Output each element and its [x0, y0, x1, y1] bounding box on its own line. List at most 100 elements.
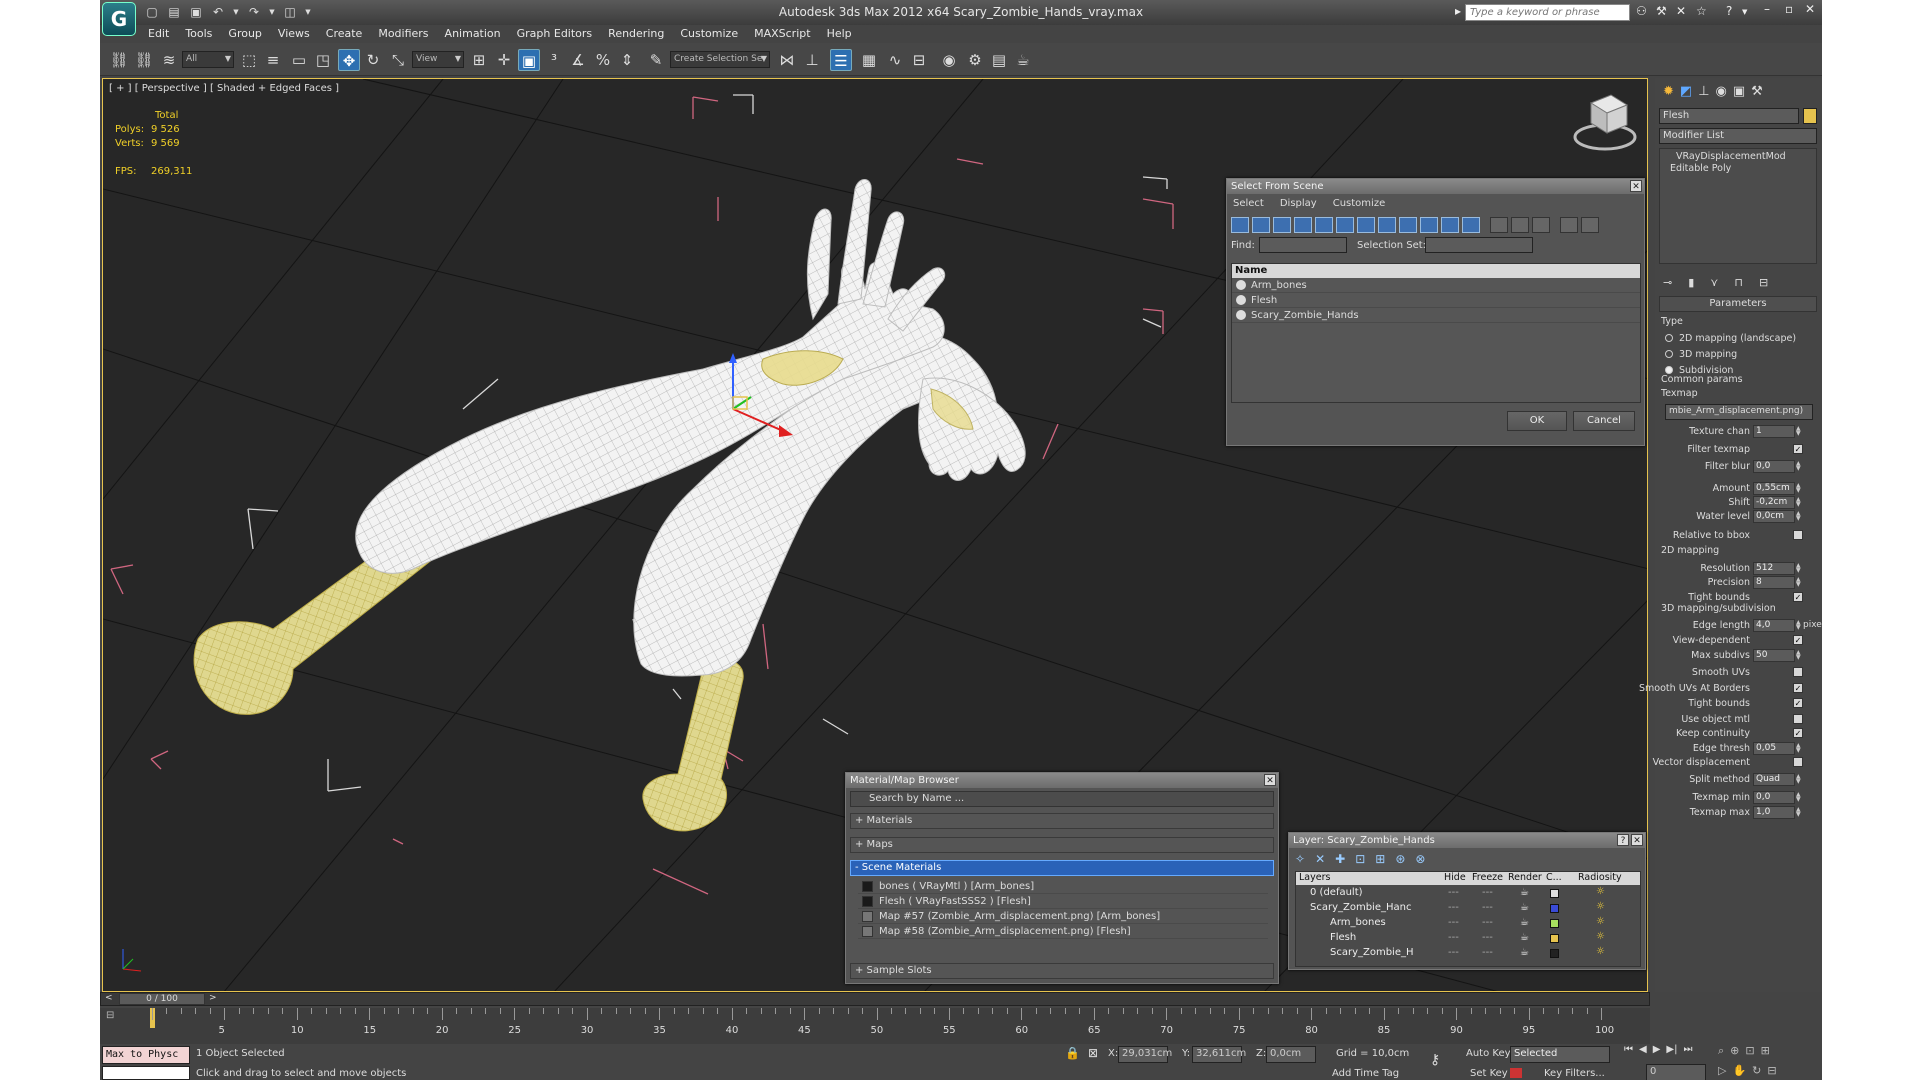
sfs-menu-select[interactable]: Select: [1233, 198, 1264, 209]
hide-toggle[interactable]: ---: [1448, 902, 1459, 913]
set-key-icon[interactable]: ⚷: [1430, 1052, 1440, 1068]
layer-color-swatch[interactable]: [1550, 919, 1559, 928]
param-field[interactable]: 1,0: [1753, 806, 1795, 819]
help-icon[interactable]: ?: [1617, 834, 1629, 846]
find-input[interactable]: [1259, 237, 1347, 253]
dialog-title-bar[interactable]: Layer: Scary_Zombie_Hands ? ✕: [1289, 833, 1645, 848]
zoom-all-icon[interactable]: ⊕: [1730, 1044, 1739, 1058]
display-xrefs-icon[interactable]: [1378, 217, 1396, 233]
spinner-icon[interactable]: ▲ ▼: [1796, 426, 1801, 437]
sfs-menu-customize[interactable]: Customize: [1333, 198, 1386, 209]
checkbox[interactable]: ✓: [1793, 698, 1803, 708]
spinner-snap-icon[interactable]: ⇕: [616, 49, 638, 71]
menu-rendering[interactable]: Rendering: [600, 25, 672, 43]
col-layers[interactable]: Layers: [1299, 872, 1330, 883]
edit-named-selection-icon[interactable]: ✎: [645, 49, 667, 71]
checkbox[interactable]: ✓: [1793, 444, 1803, 454]
radiosity-icon[interactable]: ☼: [1596, 916, 1605, 927]
object-list-item[interactable]: Scary_Zombie_Hands: [1232, 308, 1640, 323]
viewport-label[interactable]: [ + ] [ Perspective ] [ Shaded + Edged F…: [109, 83, 339, 94]
col-render[interactable]: Render: [1508, 872, 1542, 883]
link-icon[interactable]: ⛓: [108, 49, 130, 71]
add-to-layer-icon[interactable]: ✚: [1335, 852, 1345, 866]
next-key-icon[interactable]: ▶|: [1666, 1044, 1677, 1055]
layer-name[interactable]: Scary_Zombie_Hanc: [1310, 902, 1411, 913]
checkbox[interactable]: ✓: [1793, 635, 1803, 645]
checkbox[interactable]: ✓: [1793, 728, 1803, 738]
search-by-name-input[interactable]: Search by Name ...: [850, 791, 1274, 807]
menu-animation[interactable]: Animation: [437, 25, 509, 43]
unlink-icon[interactable]: ⛓: [133, 49, 155, 71]
sample-slots-group[interactable]: + Sample Slots: [850, 963, 1274, 979]
menu-tools[interactable]: Tools: [177, 25, 220, 43]
menu-views[interactable]: Views: [270, 25, 318, 43]
render-production-icon[interactable]: ☕: [1012, 49, 1034, 71]
curve-editor-icon[interactable]: ∿: [884, 49, 906, 71]
col-freeze[interactable]: Freeze: [1472, 872, 1503, 883]
display-shapes-icon[interactable]: [1252, 217, 1270, 233]
param-field[interactable]: 0,0: [1753, 791, 1795, 804]
communication-icon[interactable]: ✕: [1676, 4, 1686, 18]
maps-group[interactable]: + Maps: [850, 837, 1274, 853]
select-rotate-icon[interactable]: ↻: [362, 49, 384, 71]
close-icon[interactable]: ✕: [1631, 834, 1643, 846]
ok-button[interactable]: OK: [1507, 411, 1567, 431]
select-object-icon[interactable]: ⬚: [238, 49, 260, 71]
keyboard-shortcut-toggle-icon[interactable]: ▣: [518, 49, 540, 71]
display-groups-icon[interactable]: [1357, 217, 1375, 233]
pan-icon[interactable]: ✋: [1732, 1064, 1746, 1077]
col-radiosity[interactable]: Radiosity: [1578, 872, 1622, 883]
help-icon[interactable]: ?: [1726, 4, 1732, 18]
selection-set-dropdown[interactable]: [1425, 237, 1533, 253]
angle-snap-icon[interactable]: ∡: [567, 49, 589, 71]
layer-row[interactable]: Scary_Zombie_H --- --- ☕ ☼: [1296, 946, 1636, 961]
favorites-icon[interactable]: ☆: [1696, 4, 1707, 18]
layer-color-swatch[interactable]: [1550, 889, 1559, 898]
render-toggle-icon[interactable]: ☕: [1520, 902, 1529, 913]
display-frozen-icon[interactable]: [1441, 217, 1459, 233]
set-key-red-icon[interactable]: [1510, 1068, 1522, 1078]
orbit-icon[interactable]: ↻: [1752, 1064, 1761, 1077]
freeze-toggle[interactable]: ---: [1482, 947, 1493, 958]
material-editor-icon[interactable]: ◉: [938, 49, 960, 71]
checkbox[interactable]: [1793, 714, 1803, 724]
radiosity-icon[interactable]: ☼: [1596, 901, 1605, 912]
binoculars-icon[interactable]: ⚇: [1636, 4, 1647, 18]
lock-selection-icon[interactable]: 🔒: [1065, 1046, 1080, 1060]
freeze-toggle[interactable]: ---: [1482, 902, 1493, 913]
spinner-icon[interactable]: ▲ ▼: [1796, 774, 1801, 785]
named-selection-sets-dropdown[interactable]: Create Selection Se: [670, 51, 770, 68]
col-hide[interactable]: Hide: [1444, 872, 1466, 883]
param-field[interactable]: Quad: [1753, 773, 1795, 786]
render-toggle-icon[interactable]: ☕: [1520, 947, 1529, 958]
spinner-icon[interactable]: ▲ ▼: [1796, 620, 1801, 631]
snaps-toggle-icon[interactable]: ³: [543, 49, 565, 71]
freeze-toggle[interactable]: ---: [1482, 887, 1493, 898]
scene-materials-group[interactable]: - Scene Materials: [850, 860, 1274, 876]
checkbox[interactable]: ✓: [1793, 683, 1803, 693]
time-slider[interactable]: < 0 / 100 >: [100, 992, 1650, 1006]
y-coordinate-field[interactable]: 32,611cm: [1192, 1046, 1246, 1063]
layer-name[interactable]: 0 (default): [1310, 887, 1363, 898]
layer-name[interactable]: Arm_bones: [1330, 917, 1386, 928]
rendered-frame-window-icon[interactable]: ▤: [988, 49, 1010, 71]
radiosity-icon[interactable]: ☼: [1596, 931, 1605, 942]
menu-modifiers[interactable]: Modifiers: [370, 25, 436, 43]
display-containers-icon[interactable]: [1420, 217, 1438, 233]
select-none-icon[interactable]: [1511, 217, 1529, 233]
name-column-header[interactable]: Name: [1232, 264, 1640, 278]
display-hidden-icon[interactable]: [1462, 217, 1480, 233]
checkbox[interactable]: [1793, 757, 1803, 767]
help-dropdown-icon[interactable]: ▼: [1742, 8, 1747, 16]
spinner-icon[interactable]: ▲ ▼: [1796, 461, 1801, 472]
scene-material-item[interactable]: Flesh ( VRayFastSSS2 ) [Flesh]: [858, 894, 1268, 909]
layer-color-swatch[interactable]: [1550, 904, 1559, 913]
layer-row[interactable]: Flesh --- --- ☕ ☼: [1296, 931, 1636, 946]
display-geometry-icon[interactable]: [1231, 217, 1249, 233]
param-field[interactable]: 512: [1753, 562, 1795, 575]
previous-frame-icon[interactable]: ◀: [1639, 1044, 1647, 1055]
search-arrow-icon[interactable]: ▸: [1455, 4, 1461, 18]
layer-color-swatch[interactable]: [1550, 934, 1559, 943]
param-field[interactable]: 0,05: [1753, 742, 1795, 755]
minimize-button[interactable]: –: [1764, 2, 1770, 16]
